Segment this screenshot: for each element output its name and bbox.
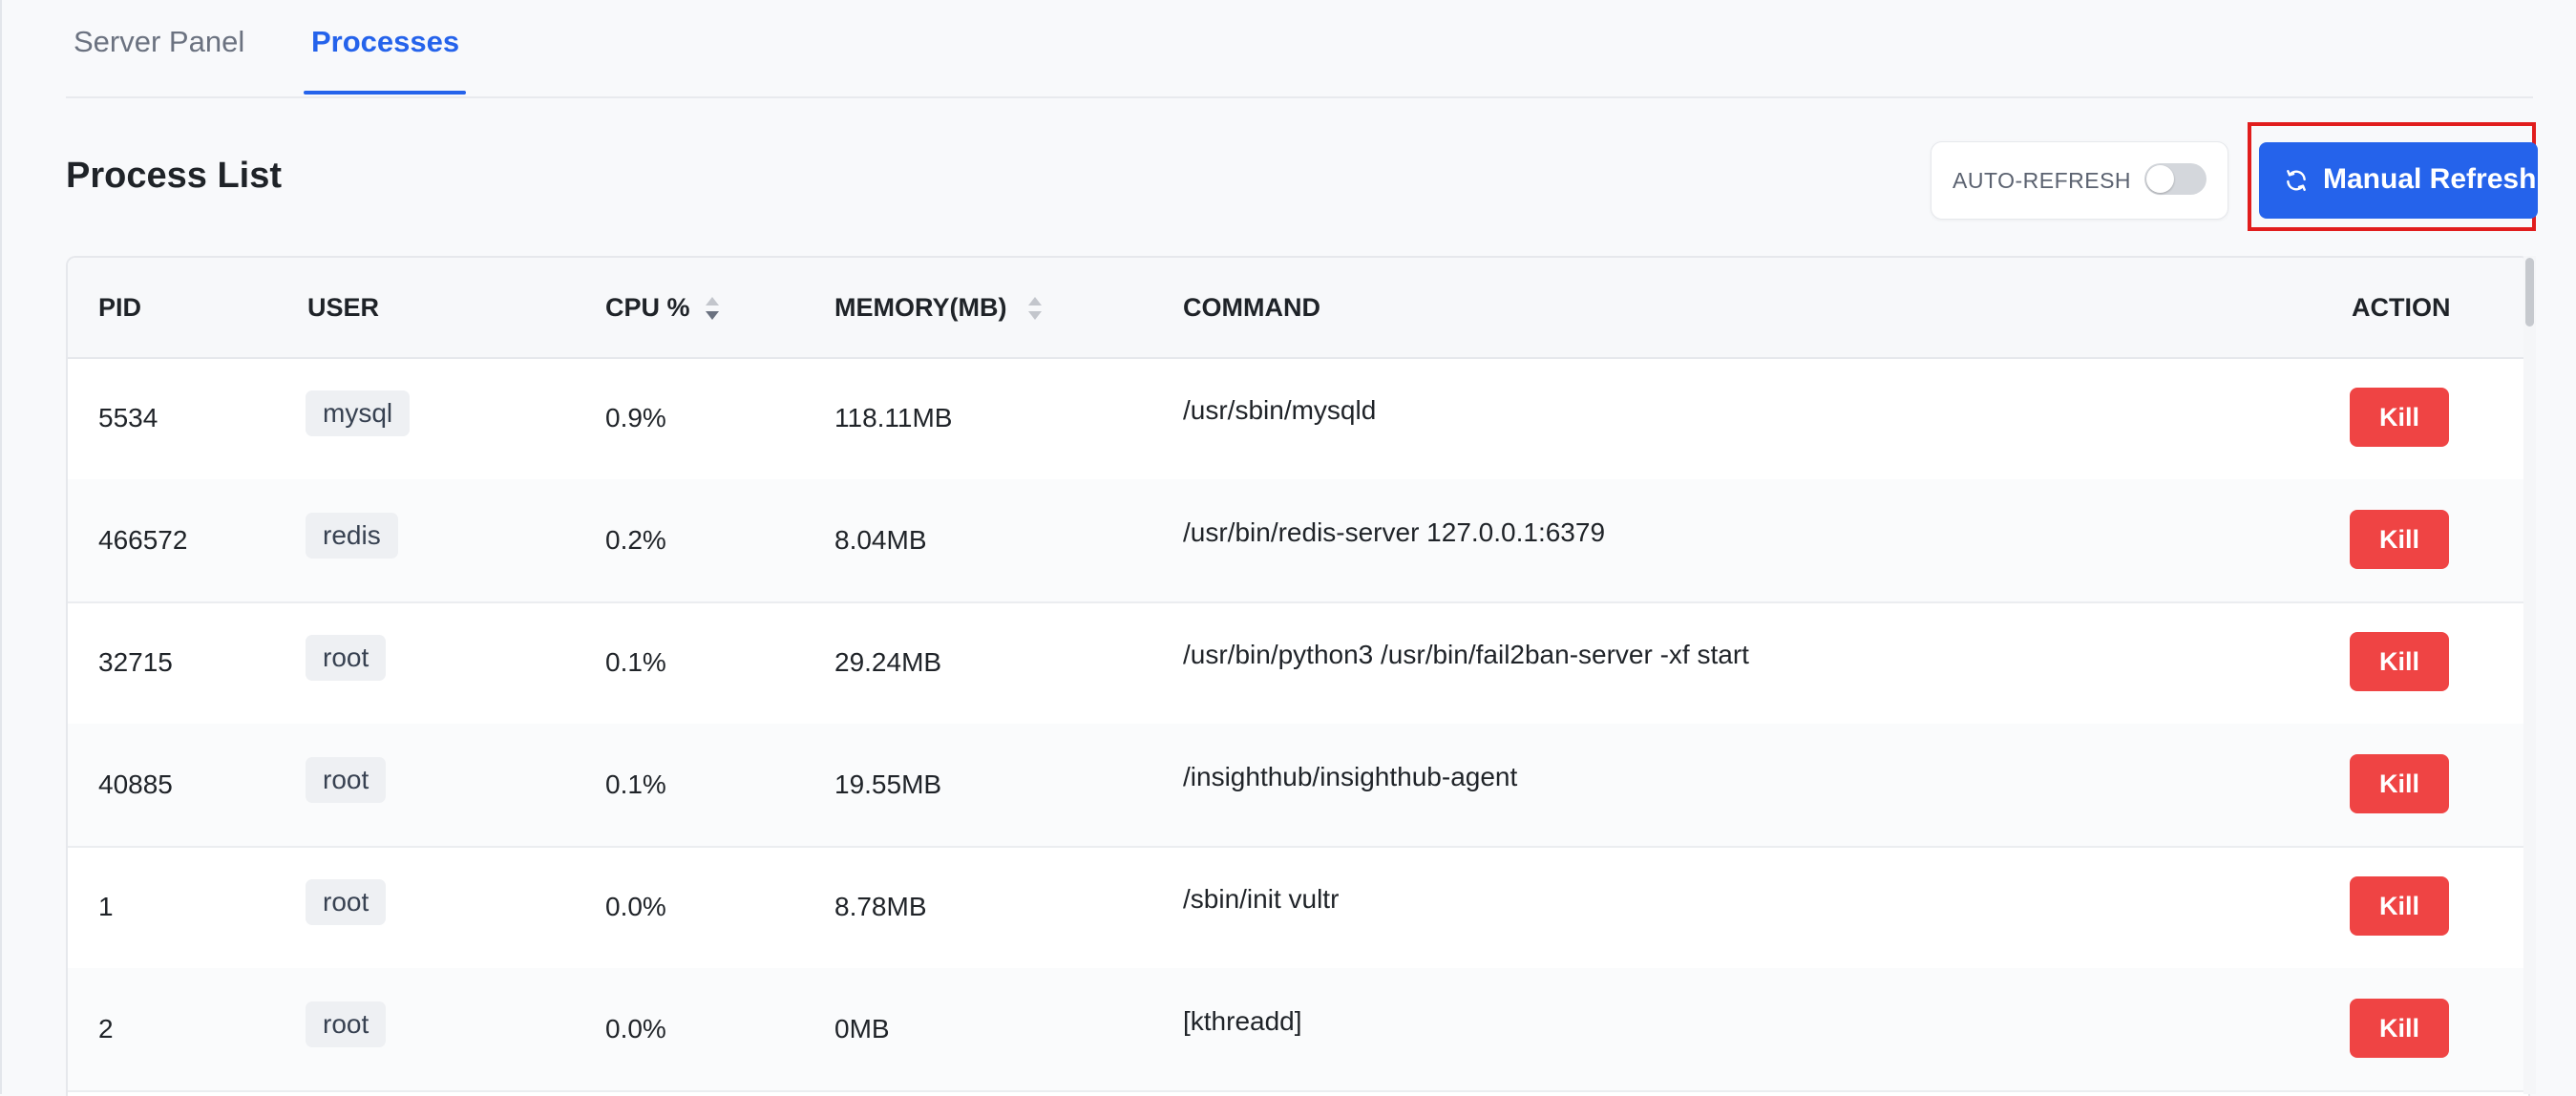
cpu-cell: 0.0% (605, 892, 666, 921)
memory-cell: 19.55MB (834, 769, 942, 799)
tab-processes[interactable]: Processes (311, 25, 459, 59)
user-badge: root (306, 635, 387, 681)
cpu-cell: 0.0% (605, 1014, 666, 1043)
memory-cell: 0MB (834, 1014, 890, 1043)
auto-refresh-label: AUTO-REFRESH (1953, 168, 2132, 193)
pid-cell: 466572 (98, 525, 188, 555)
memory-cell: 8.04MB (834, 525, 927, 555)
kill-button[interactable]: Kill (2350, 999, 2449, 1058)
pid-cell: 1 (98, 892, 114, 921)
scrollbar-thumb[interactable] (2525, 258, 2534, 327)
memory-cell: 118.11MB (834, 403, 953, 432)
table-row: 466572 redis 0.2% 8.04MB /usr/bin/redis-… (68, 479, 2528, 603)
pid-cell: 2 (98, 1014, 114, 1043)
user-badge: root (306, 1001, 387, 1047)
cpu-cell: 0.1% (605, 769, 666, 799)
cpu-cell: 0.9% (605, 403, 666, 432)
column-user: USER (307, 293, 380, 322)
cpu-sort-icon[interactable] (704, 294, 721, 323)
user-badge: root (306, 879, 387, 925)
left-border (0, 0, 2, 1094)
kill-button[interactable]: Kill (2350, 632, 2449, 691)
command-cell: /sbin/init vultr (1183, 884, 1340, 914)
auto-refresh-control: AUTO-REFRESH (1931, 141, 2228, 220)
cpu-cell: 0.2% (605, 525, 666, 555)
kill-button[interactable]: Kill (2350, 754, 2449, 813)
manual-refresh-label: Manual Refresh (2323, 163, 2537, 195)
column-command: COMMAND (1183, 293, 1320, 322)
page-title: Process List (66, 156, 282, 196)
command-cell: [kthreadd] (1183, 1006, 1302, 1036)
active-tab-indicator (304, 91, 466, 95)
user-badge: root (306, 757, 387, 803)
process-table: PID USER CPU % MEMORY(MB) COMMAND ACTION… (66, 256, 2530, 1096)
column-action: ACTION (2352, 293, 2451, 322)
refresh-icon (2287, 170, 2306, 191)
cpu-cell: 0.1% (605, 647, 666, 677)
table-row: 40885 root 0.1% 19.55MB /insighthub/insi… (68, 724, 2528, 848)
kill-button[interactable]: Kill (2350, 510, 2449, 569)
command-cell: /usr/sbin/mysqld (1183, 395, 1377, 425)
user-badge: mysql (306, 390, 411, 436)
pid-cell: 40885 (98, 769, 173, 799)
tab-bar: Server Panel Processes (66, 0, 2533, 98)
user-badge: redis (306, 513, 398, 559)
pid-cell: 5534 (98, 403, 158, 432)
table-header: PID USER CPU % MEMORY(MB) COMMAND ACTION (68, 258, 2528, 359)
column-pid: PID (98, 293, 142, 322)
command-cell: /usr/bin/python3 /usr/bin/fail2ban-serve… (1183, 640, 1749, 669)
column-memory[interactable]: MEMORY(MB) (834, 293, 1006, 323)
auto-refresh-toggle[interactable] (2144, 163, 2206, 195)
tab-server-panel[interactable]: Server Panel (74, 25, 244, 59)
table-row: 5534 mysql 0.9% 118.11MB /usr/sbin/mysql… (68, 357, 2528, 481)
kill-button[interactable]: Kill (2350, 388, 2449, 447)
table-row: 2 root 0.0% 0MB [kthreadd] Kill (68, 968, 2528, 1092)
command-cell: /usr/bin/redis-server 127.0.0.1:6379 (1183, 517, 1606, 547)
column-cpu[interactable]: CPU % (605, 293, 690, 323)
toggle-knob (2146, 165, 2174, 193)
table-row: 32715 root 0.1% 29.24MB /usr/bin/python3… (68, 601, 2528, 726)
memory-cell: 29.24MB (834, 647, 942, 677)
command-cell: /insighthub/insighthub-agent (1183, 762, 1518, 791)
table-row: 1 root 0.0% 8.78MB /sbin/init vultr Kill (68, 846, 2528, 970)
memory-cell: 8.78MB (834, 892, 927, 921)
memory-sort-icon[interactable] (1026, 294, 1044, 323)
table-scrollbar[interactable] (2523, 256, 2536, 1094)
manual-refresh-button[interactable]: Manual Refresh (2259, 142, 2538, 219)
pid-cell: 32715 (98, 647, 173, 677)
kill-button[interactable]: Kill (2350, 876, 2449, 936)
